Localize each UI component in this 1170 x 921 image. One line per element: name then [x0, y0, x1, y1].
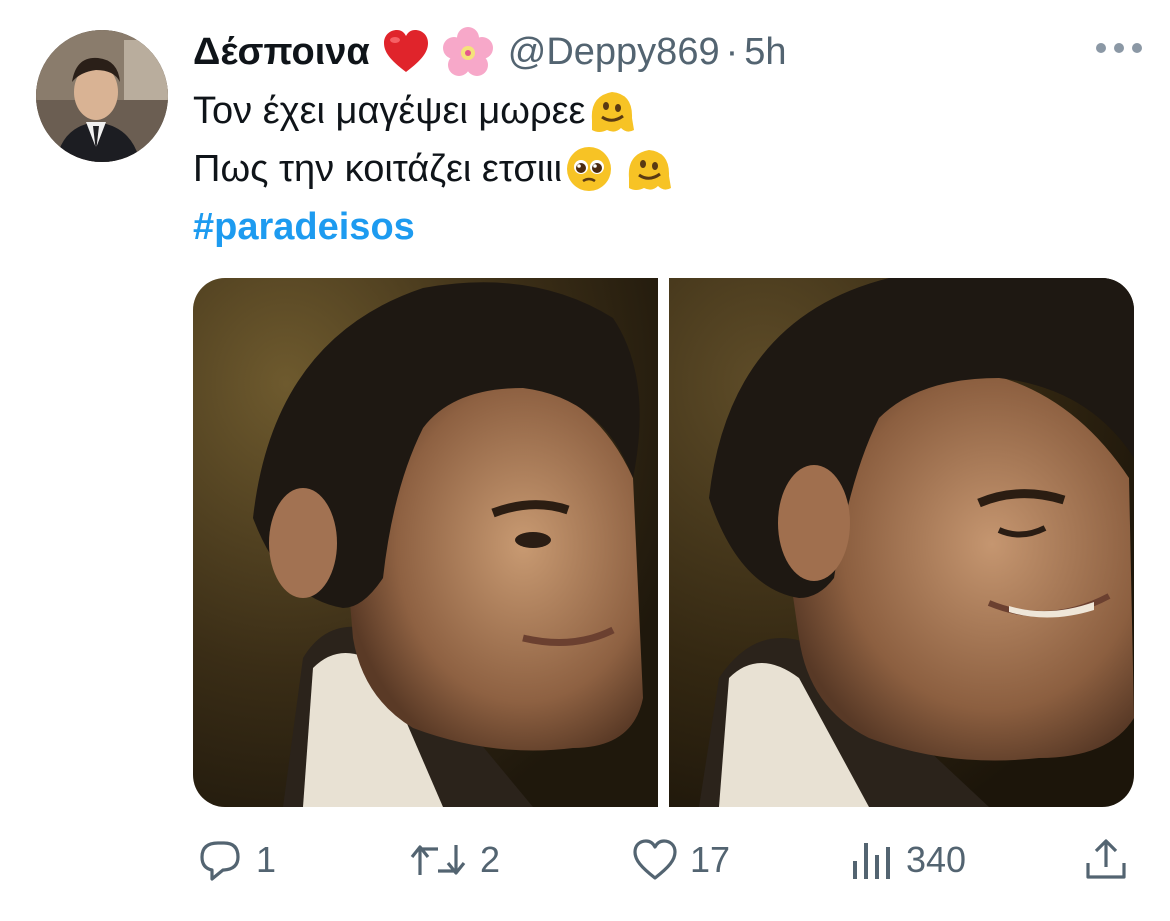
like-count: 17	[690, 839, 731, 880]
melting-face-icon	[592, 92, 635, 132]
views-button[interactable]: 340	[850, 832, 966, 888]
view-count: 340	[906, 839, 967, 880]
retweet-button[interactable]: 2	[408, 832, 500, 888]
retweet-icon	[410, 845, 466, 875]
reply-button[interactable]: 1	[196, 832, 276, 888]
melting-face-icon	[628, 150, 672, 190]
media-photo-1[interactable]	[193, 278, 658, 807]
avatar-image	[36, 30, 168, 162]
display-name[interactable]: Δέσποινα	[193, 31, 370, 74]
timestamp[interactable]: 5h	[744, 31, 786, 74]
tweet-line: Τον έχει μαγέψει μωρεε	[193, 82, 674, 140]
red-heart-icon	[383, 30, 428, 72]
tweet-line-text: Πως την κοιτάζει ετσιιι	[193, 148, 563, 190]
reply-icon	[200, 841, 240, 881]
cherry-blossom-icon	[442, 27, 493, 76]
heart-icon	[633, 839, 677, 880]
tweet-line: #paradeisos	[193, 198, 674, 256]
photo-image	[193, 278, 658, 807]
more-options-icon[interactable]	[1096, 36, 1142, 60]
media-grid	[193, 278, 1134, 807]
tweet-line: Πως την κοιτάζει ετσιιι	[193, 140, 674, 198]
user-handle[interactable]: @Deppy869	[508, 31, 720, 74]
media-photo-2[interactable]	[669, 278, 1134, 807]
retweet-count: 2	[480, 839, 501, 880]
hashtag-link[interactable]: #paradeisos	[193, 198, 415, 256]
tweet-line-text: Τον έχει μαγέψει μωρεε	[193, 90, 586, 132]
views-bar-chart-icon	[853, 843, 890, 879]
tweet-text: Τον έχει μαγέψει μωρεε Πως την κοιτάζει …	[193, 82, 674, 256]
avatar[interactable]	[36, 30, 168, 162]
share-button[interactable]	[1084, 832, 1128, 888]
tweet-header: Δέσποινα @Deppy869 · 5h	[193, 24, 787, 80]
photo-image	[669, 278, 1134, 807]
like-button[interactable]: 17	[632, 832, 730, 888]
reply-count: 1	[256, 839, 277, 880]
tweet-actions: 1 2 17 340	[0, 832, 1170, 888]
separator-dot: ·	[725, 30, 739, 73]
pleading-face-icon	[567, 147, 612, 191]
share-icon	[1086, 839, 1126, 879]
